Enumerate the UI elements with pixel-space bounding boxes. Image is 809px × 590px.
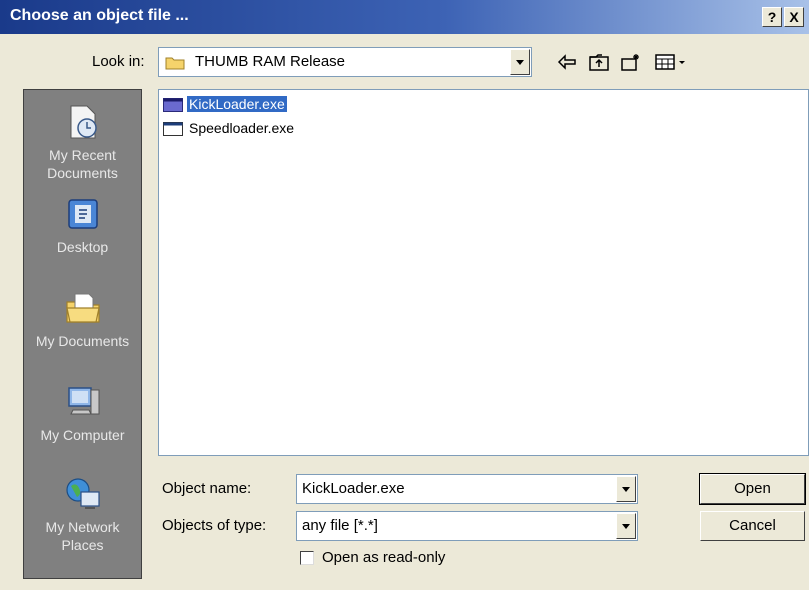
objects-of-type-dropdown[interactable]: any file [*.*] <box>296 511 638 541</box>
help-button[interactable]: ? <box>762 7 782 27</box>
place-my-computer[interactable]: My Computer <box>24 382 141 444</box>
my-documents-icon <box>65 293 100 323</box>
folder-icon <box>165 57 185 70</box>
place-label: My Documents <box>35 333 130 349</box>
view-menu-icon[interactable] <box>654 52 690 72</box>
chevron-down-icon[interactable] <box>510 49 530 75</box>
place-label: My Recent Documents <box>47 147 118 181</box>
look-in-value: THUMB RAM Release <box>195 53 346 70</box>
title-bar[interactable]: Choose an object file ... ? X <box>0 0 809 34</box>
place-label: My Computer <box>40 427 125 443</box>
file-name: KickLoader.exe <box>187 96 287 112</box>
up-folder-icon[interactable] <box>588 52 610 72</box>
objects-of-type-label: Objects of type: <box>162 517 267 534</box>
open-button[interactable]: Open <box>699 473 806 505</box>
place-recent-documents[interactable]: My Recent Documents <box>24 102 141 182</box>
my-computer-icon <box>67 387 99 415</box>
back-arrow-icon[interactable] <box>556 52 578 72</box>
desktop-icon <box>67 199 98 229</box>
object-name-label: Object name: <box>162 480 252 497</box>
object-name-value: KickLoader.exe <box>302 480 405 497</box>
read-only-label[interactable]: Open as read-only <box>322 549 445 566</box>
place-network-places[interactable]: My Network Places <box>24 474 141 554</box>
executable-file-icon <box>163 122 183 136</box>
cancel-button[interactable]: Cancel <box>700 511 805 541</box>
file-list[interactable]: KickLoader.exe Speedloader.exe <box>158 89 809 456</box>
network-places-icon <box>65 478 100 509</box>
places-bar: My Recent Documents Desktop My Documents <box>23 89 142 579</box>
look-in-label: Look in: <box>92 53 145 70</box>
place-desktop[interactable]: Desktop <box>24 194 141 256</box>
objects-of-type-value: any file [*.*] <box>302 517 378 534</box>
read-only-checkbox[interactable] <box>300 551 314 565</box>
close-button[interactable]: X <box>784 7 804 27</box>
place-label: My Network Places <box>45 519 120 553</box>
window-title: Choose an object file ... <box>10 7 189 24</box>
object-name-field[interactable]: KickLoader.exe <box>296 474 638 504</box>
place-label: Desktop <box>56 239 109 255</box>
place-my-documents[interactable]: My Documents <box>24 288 141 350</box>
chevron-down-icon[interactable] <box>616 513 636 539</box>
open-file-dialog: Choose an object file ... ? X Look in: T… <box>0 0 809 590</box>
new-folder-icon[interactable] <box>620 52 642 72</box>
recent-documents-icon <box>70 105 97 139</box>
chevron-down-icon[interactable] <box>616 476 636 502</box>
file-name: Speedloader.exe <box>189 120 295 136</box>
executable-file-icon <box>163 98 183 112</box>
look-in-dropdown[interactable]: THUMB RAM Release <box>158 47 532 77</box>
